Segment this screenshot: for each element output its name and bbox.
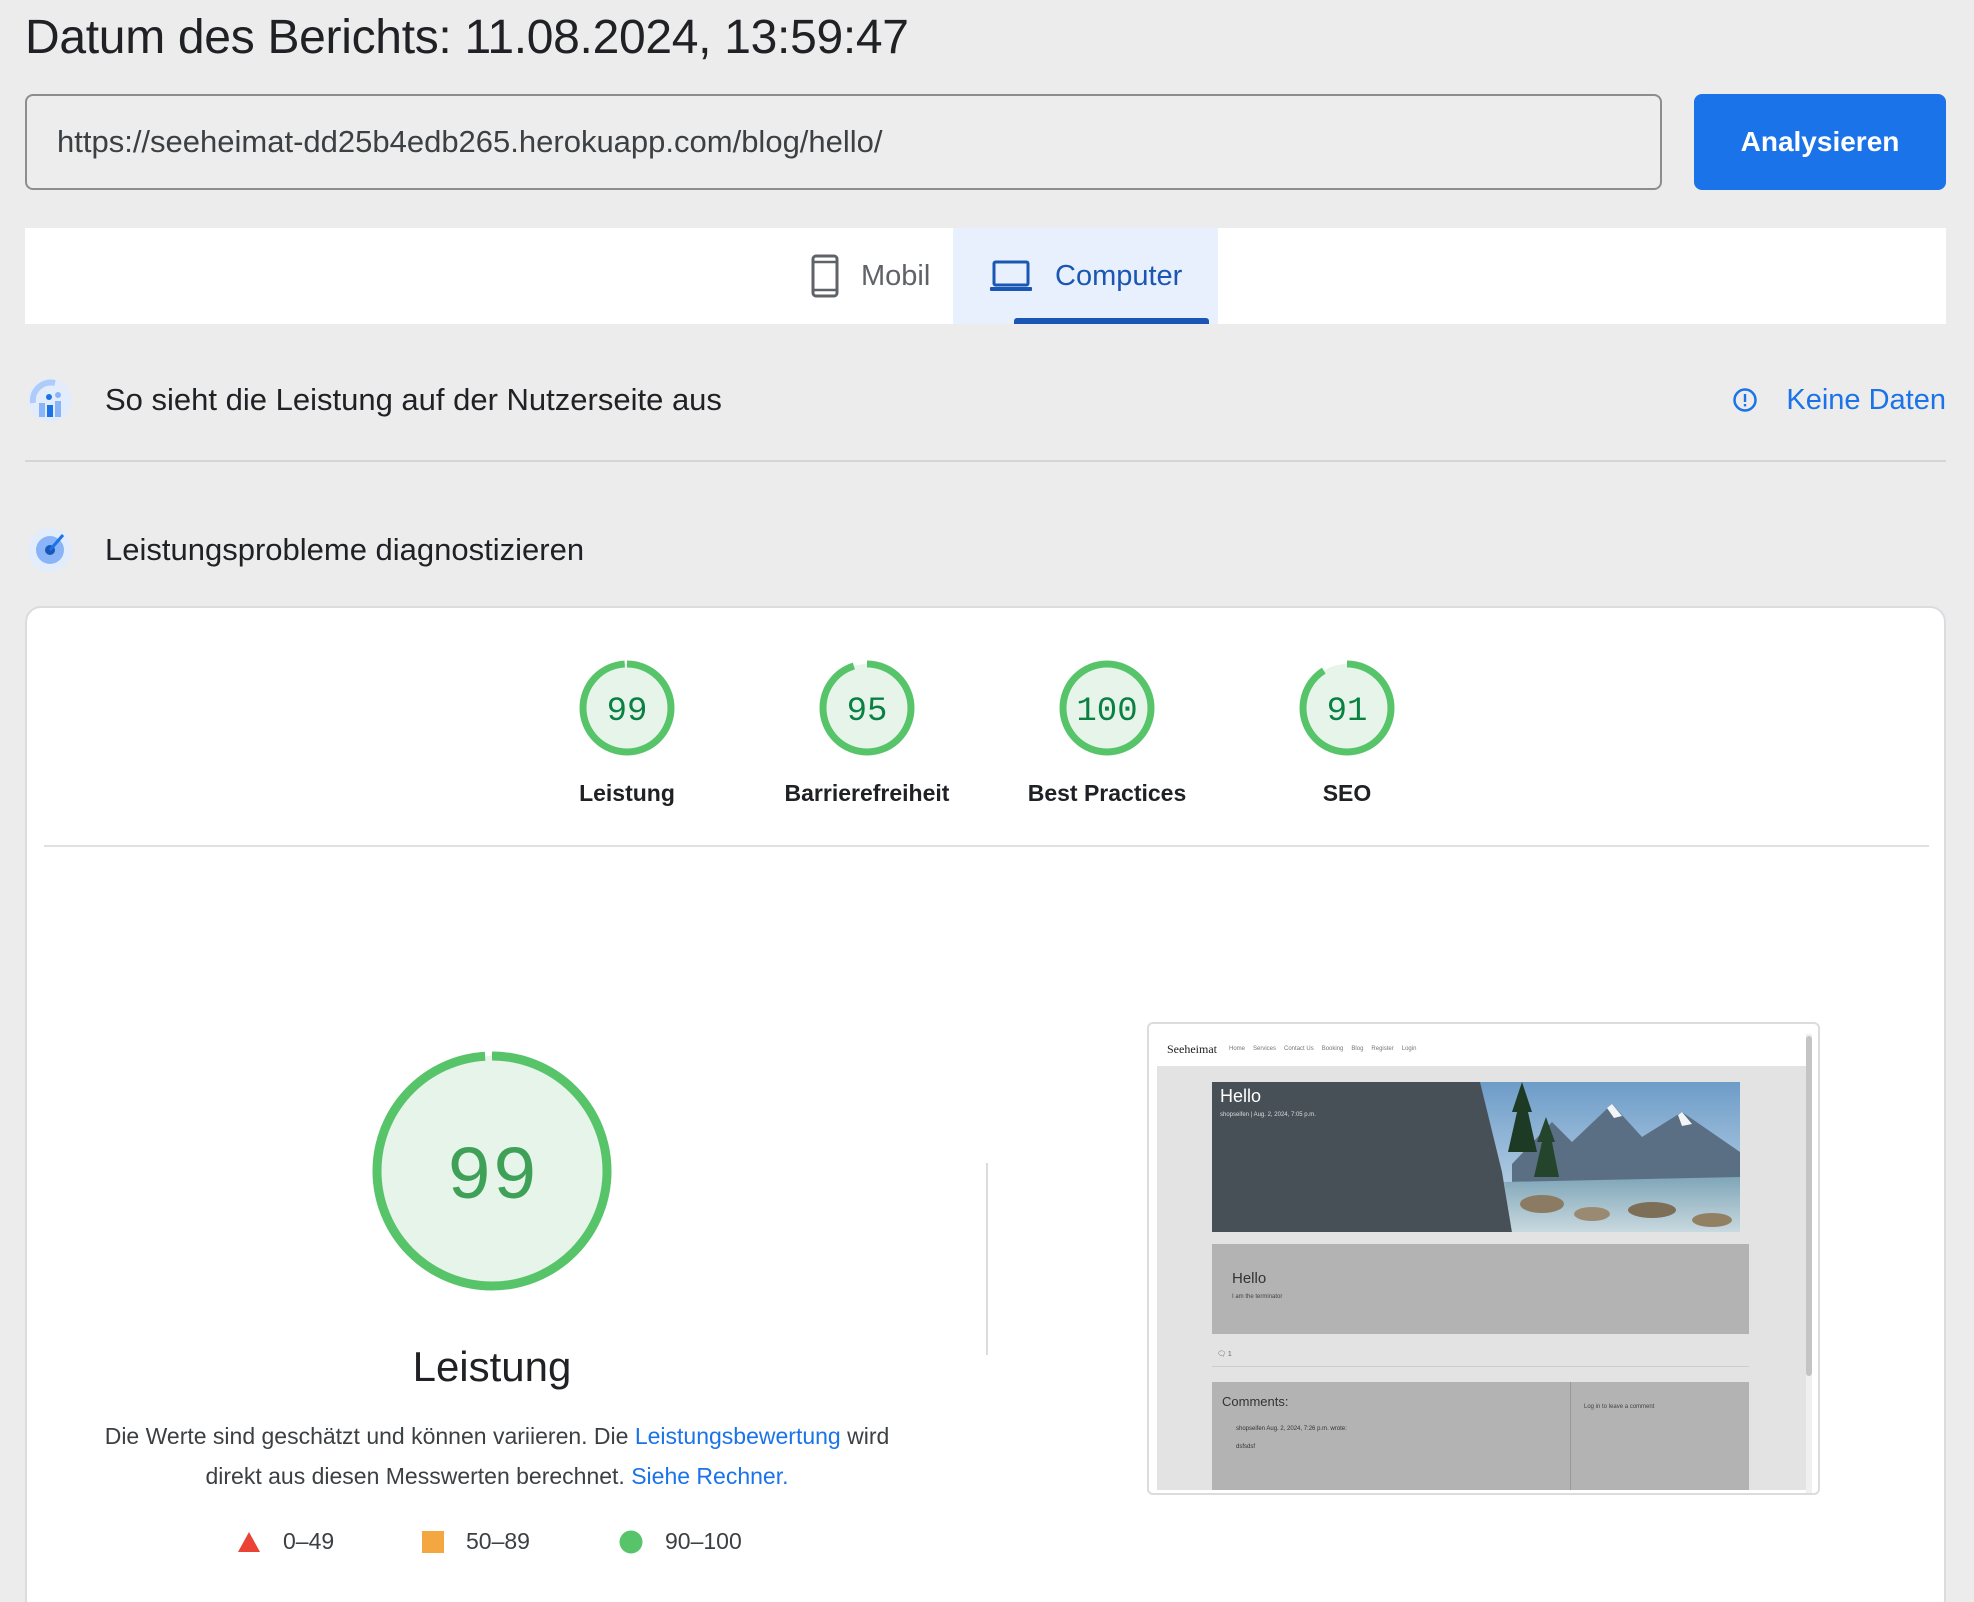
- lighthouse-report-card: 99 Leistung 95 Barrierefreiheit 100 Best…: [25, 606, 1946, 1602]
- score-value: 100: [1076, 693, 1137, 731]
- diagnostics-section: Leistungsprobleme diagnostizieren: [25, 522, 1946, 578]
- card-divider: [44, 845, 1929, 847]
- score-label: Barrierefreiheit: [784, 780, 950, 806]
- smartphone-icon: [811, 254, 839, 298]
- tab-mobile[interactable]: Mobil: [781, 228, 979, 324]
- screenshot-comments-title: Comments:: [1222, 1394, 1289, 1409]
- desc-text-1: Die Werte sind geschätzt und können vari…: [104, 1423, 635, 1449]
- screenshot-nav-item: Booking: [1321, 1046, 1344, 1052]
- screenshot-nav-item: Services: [1253, 1046, 1277, 1052]
- legend-item-average: 50–89: [422, 1528, 530, 1555]
- screenshot-hero-title: Hello: [1220, 1086, 1262, 1106]
- screenshot-login-hint: Log in to leave a comment: [1584, 1404, 1655, 1410]
- gauge-ring: 91: [1299, 660, 1395, 756]
- legend-range: 0–49: [283, 1528, 335, 1554]
- field-data-title: So sieht die Leistung auf der Nutzerseit…: [105, 382, 722, 417]
- score-value: 95: [847, 693, 888, 731]
- score-gauge-accessibility[interactable]: 95 Barrierefreiheit: [747, 658, 987, 807]
- screenshot-body: Hello shopseifen | Aug. 2, 2024, 7:05 p.…: [1157, 1066, 1807, 1490]
- field-data-section: So sieht die Leistung auf der Nutzerseit…: [25, 372, 1946, 428]
- screenshot-nav-item: Blog: [1351, 1046, 1364, 1052]
- screenshot-hero: Hello shopseifen | Aug. 2, 2024, 7:05 p.…: [1212, 1082, 1740, 1232]
- no-data-label: Keine Daten: [1786, 383, 1946, 416]
- comment-count-value: 1: [1227, 1351, 1232, 1358]
- tab-computer[interactable]: Computer: [953, 228, 1218, 324]
- tab-mobile-label: Mobil: [861, 259, 931, 292]
- screenshot-comments-split: [1570, 1382, 1571, 1490]
- gauge-ring: 95: [819, 660, 915, 756]
- orange-square-icon: [422, 1530, 444, 1553]
- screenshot-nav-item: Home: [1228, 1046, 1245, 1052]
- performance-title: Leistung: [412, 1343, 572, 1390]
- laptop-icon: [989, 259, 1033, 293]
- screenshot-nav-item: Contact Us: [1284, 1046, 1314, 1052]
- legend-range: 50–89: [466, 1528, 530, 1554]
- tab-computer-label: Computer: [1055, 259, 1183, 292]
- screenshot-post-text: I am the terminator: [1232, 1294, 1283, 1300]
- screenshot-divider: [1212, 1366, 1749, 1367]
- gauge-ring: 99: [579, 660, 675, 756]
- comment-icon: 🗨: [1217, 1351, 1226, 1358]
- url-input[interactable]: [25, 94, 1662, 190]
- screenshot-hero-meta: shopseifen | Aug. 2, 2024, 7:05 p.m.: [1220, 1112, 1316, 1118]
- calculator-link[interactable]: Siehe Rechner.: [631, 1463, 788, 1489]
- red-triangle-icon: [237, 1531, 261, 1553]
- users-chart-icon: [25, 375, 75, 425]
- page-screenshot[interactable]: Seeheimat Home Services Contact Us Booki…: [1147, 1022, 1820, 1495]
- screenshot-comments: Comments: shopseifen Aug. 2, 2024, 7:26 …: [1212, 1382, 1749, 1490]
- performance-gauge-large: 99: [369, 1048, 615, 1299]
- mountain-landscape-image: [1480, 1082, 1740, 1232]
- screenshot-comment-count: 🗨 1: [1217, 1350, 1232, 1358]
- no-data-link[interactable]: Keine Daten: [1732, 384, 1946, 417]
- device-tabbar: Mobil Computer: [25, 228, 1946, 324]
- vertical-separator: [986, 1163, 988, 1355]
- performance-score-value: 99: [446, 1135, 537, 1221]
- screenshot-post: Hello I am the terminator: [1212, 1244, 1749, 1334]
- score-label: SEO: [1322, 780, 1372, 806]
- legend-item-pass: 90–100: [619, 1528, 742, 1555]
- legend-range: 90–100: [665, 1528, 742, 1554]
- report-date-title: Datum des Berichts: 11.08.2024, 13:59:47: [25, 11, 909, 64]
- performance-score-link[interactable]: Leistungsbewertung: [635, 1423, 841, 1449]
- screenshot-nav-item: Login: [1401, 1046, 1417, 1052]
- score-gauge-seo[interactable]: 91 SEO: [1227, 658, 1467, 807]
- section-divider: [25, 460, 1946, 462]
- diagnostics-title: Leistungsprobleme diagnostizieren: [105, 532, 585, 567]
- info-icon: [1732, 387, 1758, 413]
- gauge-ring: 100: [1059, 660, 1155, 756]
- legend-item-fail: 0–49: [237, 1528, 334, 1555]
- score-value: 91: [1327, 693, 1368, 731]
- screenshot-post-title: Hello: [1232, 1270, 1267, 1287]
- score-label: Best Practices: [1027, 780, 1187, 806]
- screenshot-comment-meta: shopseifen Aug. 2, 2024, 7:26 p.m. wrote…: [1236, 1426, 1347, 1432]
- green-circle-icon: [619, 1530, 643, 1554]
- score-value: 99: [607, 693, 648, 731]
- score-gauge-best-practices[interactable]: 100 Best Practices: [987, 658, 1227, 807]
- performance-description: Die Werte sind geschätzt und können vari…: [87, 1416, 907, 1496]
- screenshot-navbar: Seeheimat Home Services Contact Us Booki…: [1157, 1032, 1807, 1066]
- screenshot-nav-item: Register: [1371, 1046, 1394, 1052]
- analyze-button[interactable]: Analysieren: [1694, 94, 1946, 190]
- score-gauge-performance[interactable]: 99 Leistung: [507, 658, 747, 807]
- target-icon: [25, 525, 75, 575]
- screenshot-scrollbar-thumb: [1806, 1036, 1812, 1376]
- score-label: Leistung: [579, 780, 675, 806]
- gauge-ring-large: 99: [372, 1051, 612, 1291]
- screenshot-logo: Seeheimat: [1167, 1041, 1217, 1056]
- screenshot-comment-text: dsfsdsf: [1236, 1444, 1256, 1450]
- active-tab-indicator: [1014, 318, 1209, 324]
